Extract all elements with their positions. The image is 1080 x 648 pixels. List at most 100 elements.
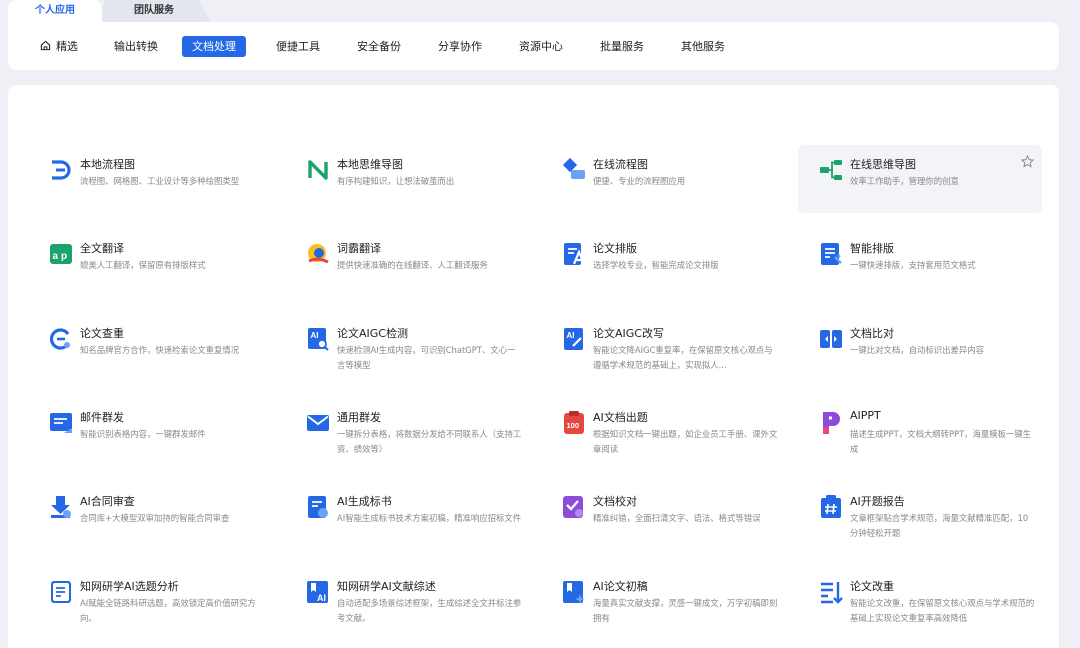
- svg-text:100: 100: [567, 421, 580, 430]
- proofread-icon: [561, 494, 587, 520]
- tool-description: 合同库+大模型双审加持的智能合同审查: [80, 513, 230, 523]
- tool-card[interactable]: AI生成标书 AI智能生成标书技术方案初稿，精准响应招标文件: [285, 482, 529, 550]
- tool-card[interactable]: a p 全文翻译 媲美人工翻译，保留原有排版样式: [28, 229, 272, 297]
- tool-card[interactable]: 知网研学AI选题分析 AI赋能全链路科研选题，高效锁定高价值研究方向。: [28, 567, 272, 635]
- tool-title: 在线思维导图: [850, 158, 916, 171]
- mindmap-n-icon: [305, 157, 331, 183]
- tool-card[interactable]: 100 AI文档出题根据知识文档一键出题，如企业员工手册、课外文章阅读: [541, 398, 785, 466]
- svg-text:a: a: [53, 251, 59, 262]
- nav-item-resource-center[interactable]: 资源中心: [509, 36, 573, 57]
- tool-description: 精准纠错，全面扫清文字、语法、格式等错误: [593, 513, 761, 523]
- tab-personal-apps[interactable]: 个人应用: [8, 0, 102, 24]
- tool-description: AI赋能全链路科研选题，高效锁定高价值研究方向。: [80, 598, 256, 623]
- tool-card[interactable]: 文档校对精准纠错，全面扫清文字、语法、格式等错误: [541, 482, 785, 550]
- tool-card[interactable]: AI开题报告 文章框架贴合学术规范，海量文献精准匹配，10分钟轻松开题: [798, 482, 1042, 550]
- tool-description: 选择学校专业，智能完成论文排版: [593, 260, 719, 270]
- tool-title: 本地思维导图: [337, 158, 403, 171]
- tool-title: 论文查重: [80, 327, 124, 340]
- svg-text:AI: AI: [567, 331, 575, 340]
- tool-card[interactable]: AI 知网研学AI文献综述自动适配多场景综述框架，生成综述全文并标注参考文献。: [285, 567, 529, 635]
- tool-card[interactable]: 词霸翻译提供快速准确的在线翻译、人工翻译服务: [285, 229, 529, 297]
- nav-item-security-backup[interactable]: 安全备份: [347, 36, 411, 57]
- paper-layout-icon: [561, 241, 587, 267]
- ai-detect-icon: AI: [305, 326, 331, 352]
- tool-title: 知网研学AI文献综述: [337, 580, 436, 593]
- nav-item-featured[interactable]: 精选: [30, 36, 88, 57]
- tool-card[interactable]: 邮件群发智能识别表格内容，一键群发邮件: [28, 398, 272, 466]
- translate-icon: ap: [48, 241, 74, 267]
- tool-card[interactable]: AI合同审查 合同库+大模型双审加持的智能合同审查: [28, 482, 272, 550]
- tool-description: 智能论文降AIGC重复率，在保留原文核心观点与遵循学术规范的基础上，实现拟人..…: [593, 345, 773, 370]
- proposal-icon: [818, 494, 844, 520]
- tool-title: 知网研学AI选题分析: [80, 580, 179, 593]
- favorite-star-icon[interactable]: [1021, 155, 1034, 168]
- flowchart-d-icon: [48, 157, 74, 183]
- tab-team-services[interactable]: 团队服务: [96, 0, 212, 24]
- lit-review-icon: AI: [305, 579, 331, 605]
- tool-title: 文档比对: [850, 327, 894, 340]
- tool-title: 论文AIGC改写: [593, 327, 664, 340]
- tool-description: 一键快速排版，支持套用范文格式: [850, 260, 976, 270]
- paper-rewrite-icon: [818, 579, 844, 605]
- tool-description: 媲美人工翻译，保留原有排版样式: [80, 260, 206, 270]
- tool-card[interactable]: 本地流程图流程图、网格图、工业设计等多种绘图类型: [28, 145, 272, 213]
- ciba-icon: [305, 241, 331, 267]
- tool-card[interactable]: 论文改重智能论文改重，在保留原文核心观点与学术规范的基础上实现论文重复率高效降低: [798, 567, 1042, 635]
- nav-item-other-services[interactable]: 其他服务: [671, 36, 735, 57]
- tool-card[interactable]: AIPPT 描述生成PPT，文档大纲转PPT，海量模板一键生成: [798, 398, 1042, 466]
- tool-title: 通用群发: [337, 411, 381, 424]
- tool-card[interactable]: 在线思维导图效率工作助手，管理你的创意: [798, 145, 1042, 213]
- tool-description: 快速检测AI生成内容，可识别ChatGPT、文心一言等模型: [337, 345, 516, 370]
- svg-text:AI: AI: [311, 331, 319, 340]
- tool-card[interactable]: 通用群发一键拆分表格，将数据分发给不同联系人（支持工资、绩效等）: [285, 398, 529, 466]
- tool-description: 有序构建知识，让想法破茧而出: [337, 176, 455, 186]
- tool-card[interactable]: 文档比对 一键比对文档，自动标识出差异内容: [798, 314, 1042, 382]
- nav-item-document-processing[interactable]: 文档处理: [182, 36, 246, 57]
- tool-title: AI开题报告: [850, 495, 905, 508]
- tool-card[interactable]: AI 论文AIGC改写智能论文降AIGC重复率，在保留原文核心观点与遵循学术规范的…: [541, 314, 785, 382]
- tool-title: 文档校对: [593, 495, 637, 508]
- smart-layout-icon: [818, 241, 844, 267]
- tool-card[interactable]: AI论文初稿海量真实文献支撑，灵感一键成文，万字初稿即刻拥有: [541, 567, 785, 635]
- tool-description: 知名品牌官方合作，快速检索论文重复情况: [80, 345, 240, 355]
- nav-item-batch-services[interactable]: 批量服务: [590, 36, 654, 57]
- tool-title: 词霸翻译: [337, 242, 381, 255]
- tool-title: AI论文初稿: [593, 580, 648, 593]
- tool-description: 提供快速准确的在线翻译、人工翻译服务: [337, 260, 488, 270]
- tool-title: 论文改重: [850, 580, 894, 593]
- mindmap-tree-icon: [818, 157, 844, 183]
- ai-quiz-icon: 100: [561, 410, 587, 436]
- tool-card[interactable]: 智能排版 一键快速排版，支持套用范文格式: [798, 229, 1042, 297]
- tool-description: 自动适配多场景综述框架，生成综述全文并标注参考文献。: [337, 598, 522, 623]
- nav-item-output-convert[interactable]: 输出转换: [104, 36, 168, 57]
- ai-rewrite-icon: AI: [561, 326, 587, 352]
- paper-draft-icon: [561, 579, 587, 605]
- tool-card[interactable]: AI 论文AIGC检测 快速检测AI生成内容，可识别ChatGPT、文心一言等模型: [285, 314, 529, 382]
- tool-card[interactable]: 论文查重知名品牌官方合作，快速检索论文重复情况: [28, 314, 272, 382]
- nav-item-quick-tools[interactable]: 便捷工具: [266, 36, 330, 57]
- tools-panel: 本地流程图 流程图、网格图、工业设计等多种绘图类型 本地思维导图 有序构建知识，让想法…: [8, 85, 1059, 648]
- top-tabs: 团队服务 个人应用: [0, 0, 230, 24]
- tool-description: 一键拆分表格，将数据分发给不同联系人（支持工资、绩效等）: [337, 429, 522, 454]
- tool-description: 智能识别表格内容，一键群发邮件: [80, 429, 206, 439]
- tool-card[interactable]: 在线流程图 便捷、专业的流程图应用: [541, 145, 785, 213]
- tool-title: AIPPT: [850, 409, 881, 422]
- mail-bulk-icon: [48, 410, 74, 436]
- tool-description: 效率工作助手，管理你的创意: [850, 176, 959, 186]
- aippt-icon: [818, 410, 844, 436]
- tool-description: 智能论文改重，在保留原文核心观点与学术规范的基础上实现论文重复率高效降低: [850, 598, 1035, 623]
- tool-description: 根据知识文档一键出题，如企业员工手册、课外文章阅读: [593, 429, 778, 454]
- tool-title: 本地流程图: [80, 158, 135, 171]
- tool-description: 海量真实文献支撑，灵感一键成文，万字初稿即刻拥有: [593, 598, 778, 623]
- tool-title: 邮件群发: [80, 411, 124, 424]
- tool-card[interactable]: 论文排版 选择学校专业，智能完成论文排版: [541, 229, 785, 297]
- tool-description: 流程图、网格图、工业设计等多种绘图类型: [80, 176, 240, 186]
- svg-text:p: p: [61, 251, 67, 262]
- plagiarism-icon: [48, 326, 74, 352]
- tool-description: 描述生成PPT，文档大纲转PPT，海量模板一键生成: [850, 429, 1032, 454]
- tool-card[interactable]: 本地思维导图有序构建知识，让想法破茧而出: [285, 145, 529, 213]
- tool-title: AI文档出题: [593, 411, 648, 424]
- topic-analysis-icon: [48, 579, 74, 605]
- nav-item-share-collab[interactable]: 分享协作: [428, 36, 492, 57]
- compare-icon: [818, 326, 844, 352]
